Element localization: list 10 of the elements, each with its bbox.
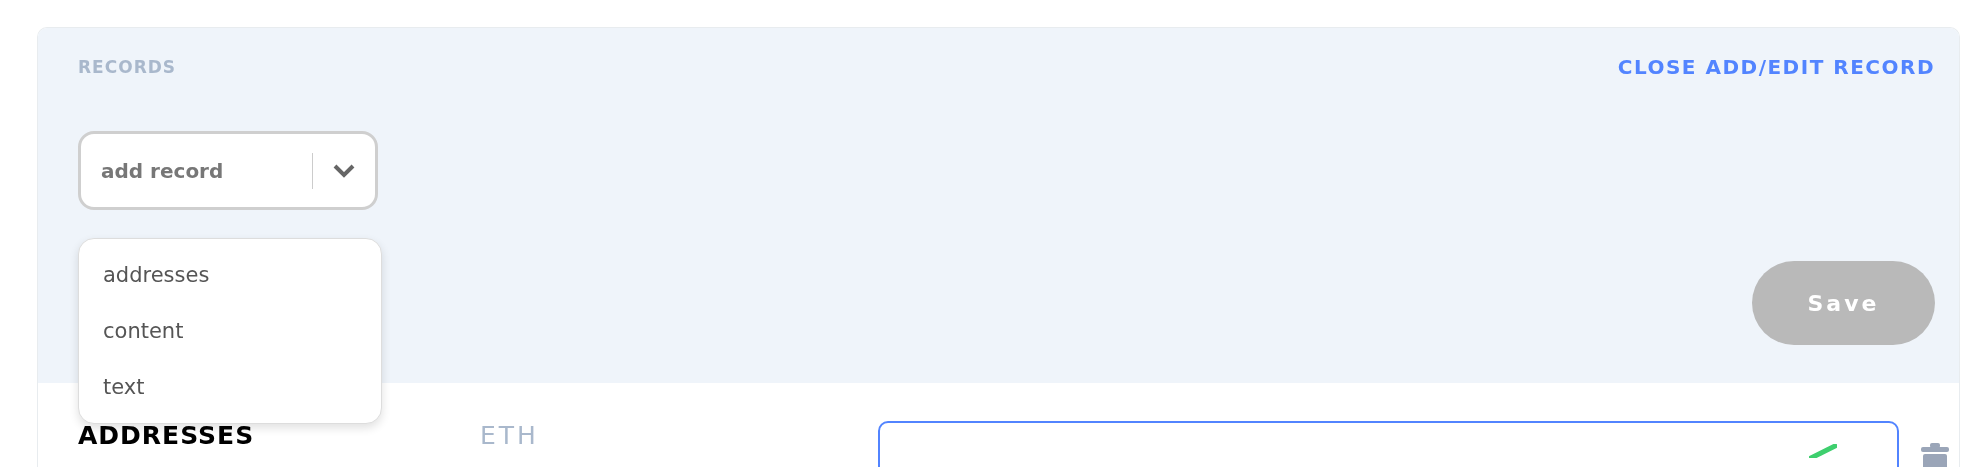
dropdown-option[interactable]: content: [79, 303, 381, 359]
coin-label: ETH: [480, 421, 540, 450]
chevron-down-icon: [333, 163, 355, 178]
add-record-input[interactable]: add record: [99, 157, 292, 184]
add-record-select[interactable]: add record: [78, 131, 378, 210]
dropdown-option[interactable]: text: [79, 359, 381, 415]
dropdown-option[interactable]: addresses: [79, 247, 381, 303]
address-input-field[interactable]: [878, 421, 1899, 467]
section-title: ADDRESSES: [78, 421, 256, 450]
records-title: RECORDS: [78, 57, 177, 77]
